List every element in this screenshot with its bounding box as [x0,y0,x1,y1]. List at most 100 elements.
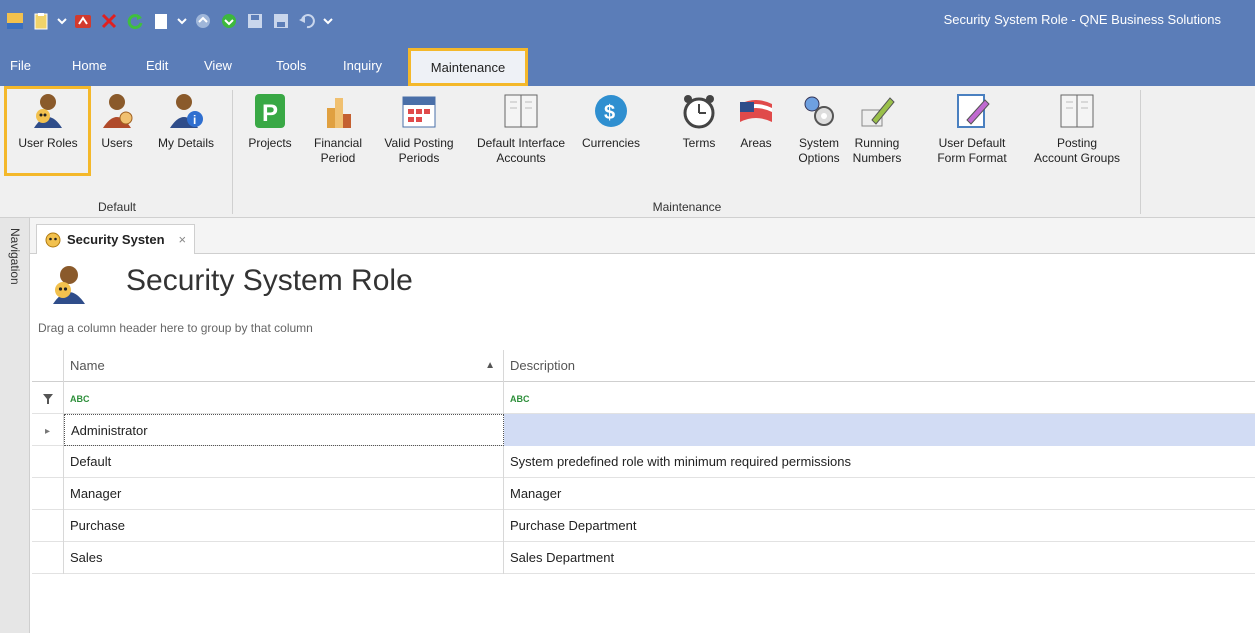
projects-icon: P [251,92,289,130]
tab-label: Security Systen [67,232,165,247]
undo-icon[interactable] [296,10,318,32]
svg-text:$: $ [604,102,615,124]
table-row[interactable]: Sales Sales Department [32,542,1255,574]
new-doc-icon[interactable] [150,10,172,32]
default-interface-accounts-button[interactable]: Default Interface Accounts [466,92,576,166]
clipboard-icon[interactable] [30,10,52,32]
tab-maintenance[interactable]: Maintenance [408,48,528,86]
tab-security-system[interactable]: Security Systen × [36,224,196,254]
system-options-button[interactable]: System Options [794,92,844,166]
app-icon[interactable] [4,10,26,32]
posting-account-groups-button[interactable]: Posting Account Groups [1024,92,1130,166]
save-icon[interactable] [244,10,266,32]
my-details-button[interactable]: i My Details [146,92,226,151]
roles-grid: Name ▲ Description ABC ABC ▸ Administrat… [32,350,1255,574]
filter-icon [32,382,64,414]
financial-period-button[interactable]: Financial Period [304,92,372,166]
chevron-down-icon[interactable] [176,10,188,32]
role-mask-icon [45,232,61,247]
currencies-button[interactable]: $ Currencies [578,92,644,151]
chevron-down-icon[interactable] [322,10,334,32]
users-label: Users [101,136,133,150]
up-circle-icon[interactable] [192,10,214,32]
save-all-icon[interactable] [270,10,292,32]
cell-name[interactable]: Sales [64,542,504,574]
cell-name[interactable]: Default [64,446,504,478]
description-filter-input[interactable]: ABC [504,382,1255,414]
column-header-description[interactable]: Description [504,350,1255,382]
users-button[interactable]: Users [94,92,140,151]
column-header-name[interactable]: Name ▲ [64,350,504,382]
sort-ascending-icon: ▲ [485,360,495,371]
table-row[interactable]: Purchase Purchase Department [32,510,1255,542]
my-details-icon: i [167,92,205,130]
table-row[interactable]: Manager Manager [32,478,1255,510]
navigation-label: Navigation [8,228,22,285]
row-indicator [32,478,64,510]
tab-home[interactable]: Home [72,58,107,73]
user-roles-icon [29,92,67,130]
cell-name[interactable]: Administrator [64,414,504,446]
row-indicator [32,542,64,574]
projects-button[interactable]: P Projects [240,92,300,151]
row-indicator [32,510,64,542]
text-filter-icon: ABC [70,394,90,404]
page-title: Security System Role [126,264,413,297]
users-icon [98,92,136,130]
user-default-form-format-button[interactable]: User Default Form Format [926,92,1018,166]
filter-row: ABC ABC [32,382,1255,414]
name-filter-input[interactable]: ABC [64,382,504,414]
clock-icon [680,92,718,130]
areas-button[interactable]: Areas [734,92,778,151]
calendar-icon [400,92,438,130]
valid-posting-periods-button[interactable]: Valid Posting Periods [374,92,464,166]
chevron-down-icon[interactable] [56,10,68,32]
default-group-label: Default [97,200,137,214]
financial-period-icon [319,92,357,130]
delete-x-icon[interactable] [98,10,120,32]
document-tab-strip: Security Systen × [30,218,1255,254]
text-filter-icon: ABC [510,394,530,404]
window-title: Security System Role - QNE Business Solu… [943,12,1221,27]
terms-button[interactable]: Terms [676,92,722,151]
ribbon: User Roles Users i My Details Default P … [0,86,1255,218]
user-roles-icon [48,264,90,306]
down-circle-icon[interactable] [218,10,240,32]
form-edit-icon [953,92,991,130]
quick-access-toolbar [4,6,334,36]
dollar-icon: $ [592,92,630,130]
table-row[interactable]: Default System predefined role with mini… [32,446,1255,478]
pencil-icon [858,92,896,130]
user-roles-button[interactable]: User Roles [8,92,88,151]
cell-description[interactable]: Sales Department [504,542,1255,574]
tab-inquiry[interactable]: Inquiry [343,58,382,73]
tab-tools[interactable]: Tools [276,58,306,73]
cell-description[interactable] [504,414,1255,446]
group-separator [232,90,233,214]
gears-icon [800,92,838,130]
cell-description[interactable]: System predefined role with minimum requ… [504,446,1255,478]
running-numbers-button[interactable]: Running Numbers [850,92,904,166]
svg-text:i: i [193,113,196,127]
row-indicator [32,446,64,478]
red-folder-icon[interactable] [72,10,94,32]
tab-view[interactable]: View [204,58,232,73]
my-details-label: My Details [157,136,214,150]
navigation-pane[interactable]: Navigation [0,218,30,633]
group-separator [1140,90,1141,214]
book-icon [1058,92,1096,130]
user-roles-label: User Roles [18,136,78,150]
cell-name[interactable]: Purchase [64,510,504,542]
menu-bar: File Home Edit View Tools Inquiry Mainte… [0,46,1255,86]
maintenance-group-label: Maintenance [652,200,722,214]
refresh-icon[interactable] [124,10,146,32]
tab-edit[interactable]: Edit [146,58,168,73]
close-icon[interactable]: × [179,232,187,247]
cell-description[interactable]: Purchase Department [504,510,1255,542]
tab-file[interactable]: File [10,58,31,73]
cell-name[interactable]: Manager [64,478,504,510]
table-row[interactable]: ▸ Administrator [32,414,1255,446]
cell-description[interactable]: Manager [504,478,1255,510]
row-caret-icon: ▸ [32,414,64,446]
group-by-hint[interactable]: Drag a column header here to group by th… [38,321,313,335]
